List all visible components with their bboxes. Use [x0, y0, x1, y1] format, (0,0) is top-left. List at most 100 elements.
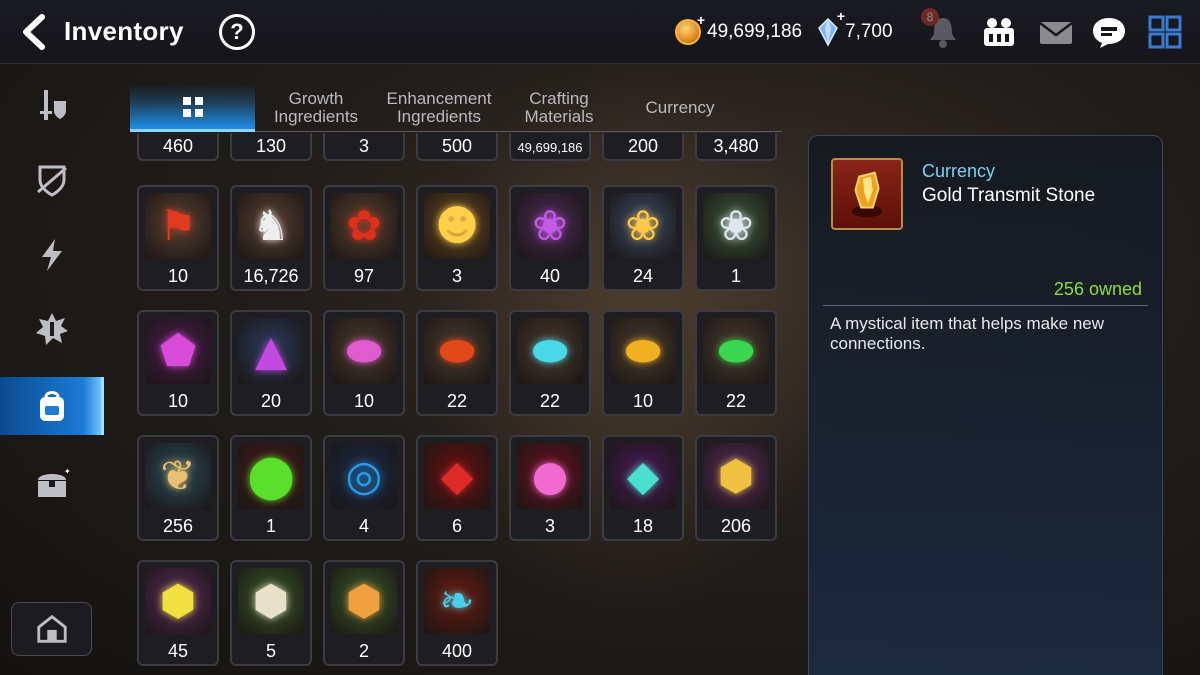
nav-items[interactable] [0, 377, 104, 435]
nav-equipment[interactable] [0, 76, 104, 134]
item-card[interactable]: ⬬ 22 [509, 310, 591, 416]
item-card[interactable]: ⬬ 22 [416, 310, 498, 416]
item-count: 460 [162, 136, 194, 156]
item-count: 500 [441, 136, 473, 156]
item-card[interactable]: ❧ 400 [416, 560, 498, 666]
item-card[interactable]: ◎ 4 [323, 435, 405, 541]
item-count: 130 [255, 136, 287, 156]
item-count: 22 [539, 391, 561, 411]
item-count: 3,480 [713, 136, 759, 156]
friends-button[interactable] [980, 14, 1018, 50]
pink-oval-gem-icon: ⬬ [331, 318, 397, 384]
item-card-partial[interactable]: 3 [323, 133, 405, 161]
tab-all[interactable] [130, 84, 255, 132]
side-navigation: ✦ [0, 64, 104, 675]
item-count: 2 [358, 641, 369, 661]
red-oval-gem-icon: ⬬ [424, 318, 490, 384]
nav-energy[interactable] [0, 226, 104, 284]
item-card[interactable]: ❀ 24 [602, 185, 684, 291]
item-card[interactable]: ❦ 256 [137, 435, 219, 541]
chest-icon: ✦ [38, 467, 70, 497]
item-card-partial[interactable]: 500 [416, 133, 498, 161]
item-count: 5 [265, 641, 276, 661]
item-grid: 460 130 3 500 49,699,186 200 3,480 ⚑ 10 ♞ 16,726 ✿… [130, 133, 790, 675]
broken-shield-icon [37, 165, 67, 197]
item-card[interactable]: ⬢ 5 [230, 560, 312, 666]
menu-button[interactable] [1146, 14, 1184, 50]
gold-lotus-icon: ❀ [610, 193, 676, 259]
item-count: 10 [167, 266, 189, 286]
item-card[interactable]: ▲ 20 [230, 310, 312, 416]
tab-currency[interactable]: Currency [620, 84, 740, 132]
item-card[interactable]: ❀ 40 [509, 185, 591, 291]
back-button[interactable] [18, 13, 52, 51]
item-card[interactable]: ◆ 18 [602, 435, 684, 541]
item-card-partial[interactable]: 460 [137, 133, 219, 161]
tab-crafting-materials[interactable]: Crafting Materials [508, 84, 610, 132]
item-card-partial[interactable]: 3,480 [695, 133, 777, 161]
item-card[interactable]: ⬬ 22 [695, 310, 777, 416]
gold-currency[interactable]: + 49,699,186 [675, 12, 803, 49]
item-card[interactable]: ⚑ 10 [137, 185, 219, 291]
item-card[interactable]: ⬬ 10 [602, 310, 684, 416]
mail-button[interactable] [1037, 14, 1075, 50]
help-button[interactable]: ? [219, 14, 255, 50]
nav-artifact[interactable] [0, 151, 104, 209]
item-count: 18 [632, 516, 654, 536]
star-rune-stone-icon: ⬢ [238, 568, 304, 634]
notification-button[interactable]: 8 [921, 8, 961, 50]
spiky-gear-icon [36, 313, 68, 345]
silver-lotus-icon: ❀ [703, 193, 769, 259]
orange-rune-stone-icon: ⬢ [331, 568, 397, 634]
item-name: Gold Transmit Stone [922, 185, 1096, 206]
tab-growth-ingredients[interactable]: Growth Ingredients [262, 84, 370, 132]
gold-amount: 49,699,186 [707, 21, 803, 42]
item-count: 45 [167, 641, 189, 661]
gem-currency[interactable]: + 7,700 [817, 8, 893, 49]
camp-icon [36, 614, 67, 643]
item-count: 256 [162, 516, 194, 536]
item-card[interactable]: ⬢ 45 [137, 560, 219, 666]
item-card-partial[interactable]: 49,699,186 [509, 133, 591, 161]
plus-icon: + [836, 8, 845, 24]
item-card[interactable]: ⬬ 10 [323, 310, 405, 416]
gold-rune-stone-icon: ⬢ [703, 443, 769, 509]
chat-button[interactable] [1090, 14, 1128, 50]
white-horse-icon: ♞ [238, 193, 304, 259]
item-card[interactable]: ◆ 6 [416, 435, 498, 541]
item-card[interactable]: ⬟ 10 [137, 310, 219, 416]
lightning-icon [42, 239, 62, 271]
top-bar: Inventory ? + 49,699,186 + 7,700 8 [0, 0, 1200, 64]
backpack-icon [40, 391, 64, 421]
crystal-gem-icon: + [817, 8, 845, 47]
item-card-partial[interactable]: 130 [230, 133, 312, 161]
item-count: 1 [265, 516, 276, 536]
gold-oval-gem-icon: ⬬ [610, 318, 676, 384]
item-card[interactable]: ❀ 1 [695, 185, 777, 291]
item-count: 1 [730, 266, 741, 286]
item-card[interactable]: ✿ 97 [323, 185, 405, 291]
item-card[interactable]: ⬢ 206 [695, 435, 777, 541]
item-count: 200 [627, 136, 659, 156]
item-count: 20 [260, 391, 282, 411]
page-title: Inventory [64, 16, 184, 46]
item-card[interactable]: ☻ 3 [416, 185, 498, 291]
tab-enhancement-ingredients[interactable]: Enhancement Ingredients [380, 84, 498, 132]
item-card[interactable]: ♞ 16,726 [230, 185, 312, 291]
chat-icon [1093, 18, 1125, 48]
item-description: A mystical item that helps make new conn… [830, 314, 1105, 353]
purple-triangle-gem-icon: ▲ [238, 318, 304, 384]
item-count: 22 [725, 391, 747, 411]
item-detail-panel: Currency Gold Transmit Stone 256 owned A… [808, 135, 1163, 675]
nav-storage[interactable]: ✦ [0, 455, 104, 513]
red-crystal-hex-icon: ◆ [424, 443, 490, 509]
item-card[interactable]: ⬢ 2 [323, 560, 405, 666]
item-card-partial[interactable]: 200 [602, 133, 684, 161]
item-card[interactable]: ⬤ 1 [230, 435, 312, 541]
item-card[interactable]: ● 3 [509, 435, 591, 541]
green-oval-gem-icon: ⬬ [703, 318, 769, 384]
teal-crystal-hex-icon: ◆ [610, 443, 676, 509]
nav-catalyst[interactable] [0, 300, 104, 358]
camp-button[interactable] [11, 602, 92, 656]
mail-icon [1039, 22, 1073, 44]
